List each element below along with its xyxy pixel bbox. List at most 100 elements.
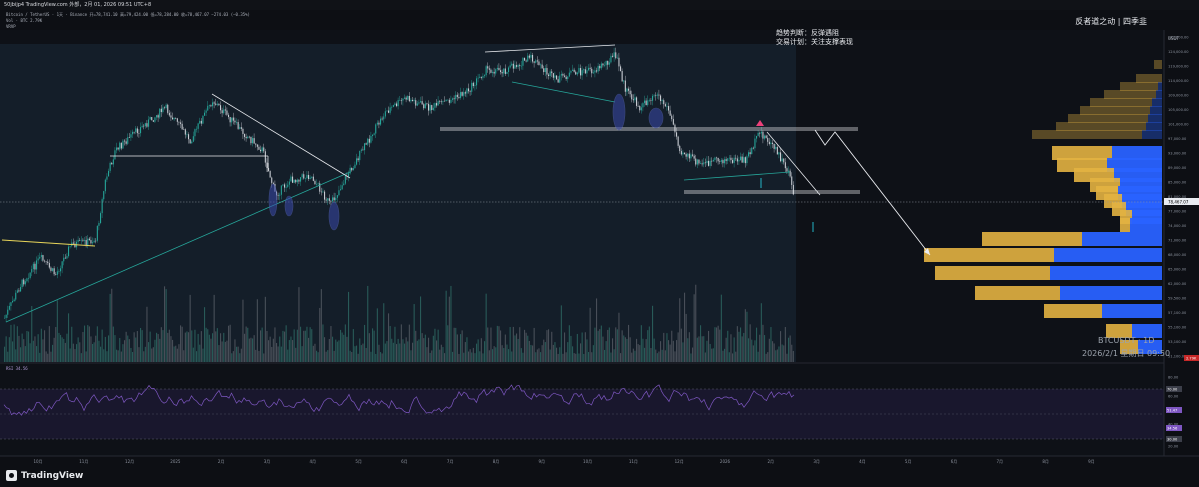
volume-bar (245, 326, 247, 362)
candle-body (756, 135, 758, 139)
volume-bar (676, 340, 678, 362)
highlight-ellipse (268, 183, 278, 217)
volume-bar (637, 344, 639, 362)
candle-body (676, 132, 678, 137)
candle-body (157, 115, 159, 118)
volume-bar (162, 330, 164, 362)
time-axis-label: 3月 (264, 459, 271, 464)
volume-bar (604, 349, 606, 362)
volume-bar (620, 353, 622, 362)
volume-bar (594, 327, 596, 362)
volume-bar (178, 344, 180, 362)
candle-body (604, 65, 606, 66)
candle-body (498, 67, 500, 71)
volume-bar (69, 348, 71, 362)
volume-bar (127, 335, 129, 362)
candle-body (244, 133, 246, 137)
volume-bar (319, 307, 321, 362)
volume-profile-bar-up (1082, 232, 1162, 246)
candle-body (258, 146, 260, 150)
volume-profile-bar-down (982, 232, 1082, 246)
price-chart-canvas[interactable]: USDT132,000.00124,000.00119,000.00114,00… (0, 0, 1199, 487)
candle-body (727, 158, 729, 161)
candle-body (269, 170, 271, 178)
volume-bar (736, 326, 738, 362)
volume-bar (133, 332, 135, 362)
price-axis-label: 53,100.00 (1168, 340, 1187, 344)
candle-body (242, 128, 244, 134)
candle-body (96, 225, 98, 241)
candle-body (252, 138, 254, 144)
volume-bar (64, 342, 66, 362)
volume-bar (378, 344, 380, 362)
tradingview-logo[interactable]: TradingView (6, 470, 83, 481)
time-axis-label: 12月 (675, 459, 684, 464)
volume-bar (605, 341, 607, 362)
candle-body (775, 146, 777, 149)
candle-body (517, 65, 519, 67)
candle-body (154, 117, 156, 122)
candle-body (468, 88, 470, 92)
candle-body (292, 176, 294, 183)
candle-body (684, 152, 686, 155)
volume-bar (280, 346, 282, 362)
candle-body (396, 103, 398, 107)
volume-bar (791, 344, 793, 362)
candle-body (583, 69, 585, 71)
candle-body (112, 159, 114, 165)
rsi-legend[interactable]: RSI 34.56 (6, 366, 28, 371)
candle-body (327, 198, 329, 201)
volume-bar (535, 352, 537, 362)
volume-bar (28, 331, 30, 362)
volume-bar (365, 347, 367, 362)
candle-body (404, 97, 406, 99)
candle-body (64, 257, 66, 259)
candle-body (156, 115, 158, 118)
candle-body (205, 110, 207, 113)
volume-bar (618, 312, 620, 362)
volume-bar (253, 335, 255, 362)
volume-bar (560, 305, 562, 362)
candle-body (688, 153, 690, 159)
volume-bar (680, 328, 682, 362)
volume-bar (548, 329, 550, 362)
volume-bar (164, 286, 166, 362)
time-axis-label: 12月 (125, 459, 134, 464)
volume-bar (671, 330, 673, 362)
volume-bar (429, 352, 431, 362)
volume-bar (474, 353, 476, 362)
candle-body (316, 184, 318, 185)
candle-body (536, 60, 538, 62)
volume-bar (532, 345, 534, 362)
candle-body (61, 261, 63, 269)
candle-body (176, 118, 178, 122)
candle-body (591, 68, 593, 74)
volume-bar (652, 305, 654, 362)
candle-body (229, 117, 231, 123)
candle-body (253, 138, 255, 144)
volume-bar (199, 344, 201, 362)
candle-body (348, 173, 350, 177)
volume-bar (688, 332, 690, 362)
volume-bar (47, 353, 49, 362)
volume-bar (389, 325, 391, 362)
volume-bar (370, 351, 372, 362)
candle-body (415, 100, 417, 106)
volume-bar (349, 350, 351, 362)
volume-bar (463, 352, 465, 362)
candle-body (540, 64, 542, 66)
price-axis-label: 132,000.00 (1168, 36, 1189, 40)
candle-body (778, 152, 780, 155)
candle-body (464, 92, 466, 94)
candle-body (700, 163, 702, 164)
candle-body (687, 153, 689, 157)
candle-body (618, 57, 620, 67)
price-axis-label: 65,000.00 (1168, 268, 1187, 272)
volume-bar (367, 285, 369, 362)
candle-body (648, 100, 650, 101)
candle-body (791, 176, 793, 185)
volume-bar (176, 348, 178, 362)
volume-bar (317, 352, 319, 362)
volume-bar (144, 346, 146, 362)
volume-bar (754, 340, 756, 362)
